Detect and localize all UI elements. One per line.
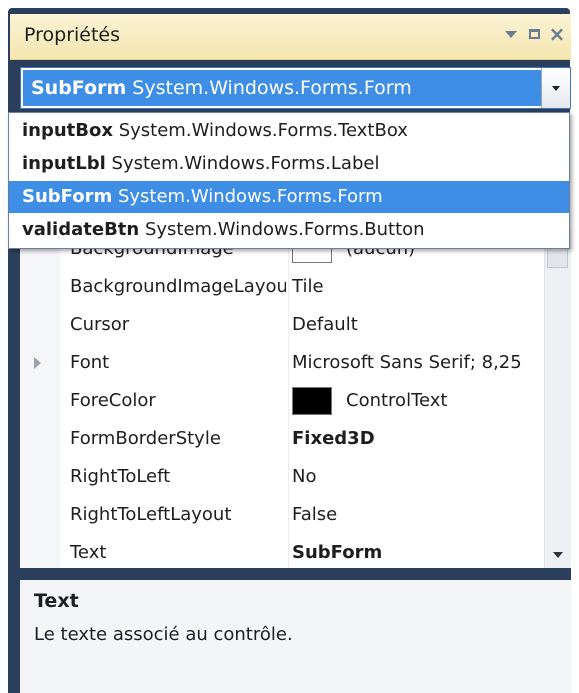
property-value[interactable]: Fixed3D (292, 428, 545, 449)
dropdown-item-name: validateBtn (22, 219, 140, 240)
dropdown-item[interactable]: inputBox System.Windows.Forms.TextBox (9, 115, 569, 147)
expand-arrow-icon[interactable] (34, 357, 41, 369)
dropdown-item-type: System.Windows.Forms.Form (117, 186, 383, 207)
selected-object-type: System.Windows.Forms.Form (132, 77, 412, 99)
property-value-text: ControlText (346, 390, 448, 411)
dropdown-item[interactable]: inputLbl System.Windows.Forms.Label (9, 148, 569, 180)
combobox-dropdown-button[interactable] (541, 68, 570, 108)
dropdown-item[interactable]: validateBtn System.Windows.Forms.Button (9, 214, 569, 246)
property-value[interactable]: Microsoft Sans Serif; 8,25 (292, 352, 545, 373)
property-row[interactable]: Font Microsoft Sans Serif; 8,25 (20, 344, 545, 382)
property-name: BackgroundImageLayout (70, 276, 286, 297)
property-value[interactable]: Default (292, 314, 545, 335)
property-name: FormBorderStyle (70, 428, 221, 449)
property-row[interactable]: RightToLeftLayout False (20, 496, 545, 534)
property-row[interactable]: RightToLeft No (20, 458, 545, 496)
description-title: Text (34, 590, 79, 612)
property-name: Cursor (70, 314, 130, 335)
properties-titlebar[interactable]: Propriétés × (10, 14, 571, 60)
color-swatch (292, 387, 332, 415)
property-row[interactable]: FormBorderStyle Fixed3D (20, 420, 545, 458)
dropdown-item-type: System.Windows.Forms.Button (144, 219, 425, 240)
dropdown-triangle-icon[interactable] (503, 26, 519, 42)
titlebar-buttons: × (503, 24, 566, 44)
property-grid: BackgroundImage (aucun) BackgroundImageL… (20, 230, 571, 568)
close-icon[interactable]: × (549, 24, 566, 44)
description-splitter[interactable] (20, 568, 571, 580)
dropdown-item-name: inputBox (22, 120, 113, 141)
dropdown-item-selected[interactable]: SubForm System.Windows.Forms.Form (9, 181, 569, 213)
property-name: Font (70, 352, 110, 373)
description-text: Le texte associé au contrôle. (34, 624, 293, 645)
object-selector-combobox[interactable]: SubForm System.Windows.Forms.Form (20, 67, 571, 109)
selected-object: SubForm System.Windows.Forms.Form (23, 70, 541, 106)
property-name: RightToLeft (70, 466, 171, 487)
maximize-icon[interactable] (526, 26, 542, 42)
scroll-down-icon[interactable] (553, 552, 563, 558)
property-value[interactable]: No (292, 466, 545, 487)
dropdown-item-type: System.Windows.Forms.TextBox (118, 120, 408, 141)
property-row[interactable]: Cursor Default (20, 306, 545, 344)
object-selector-dropdown: inputBox System.Windows.Forms.TextBox in… (8, 112, 570, 249)
panel-title: Propriétés (24, 24, 121, 46)
property-grid-scrollbar[interactable] (544, 230, 571, 568)
dropdown-item-name: SubForm (22, 186, 113, 207)
property-value[interactable]: ControlText (292, 387, 545, 415)
property-name: Text (70, 542, 107, 563)
dropdown-item-type: System.Windows.Forms.Label (111, 153, 380, 174)
dropdown-item-name: inputLbl (22, 153, 106, 174)
property-row[interactable]: ForeColor ControlText (20, 382, 545, 420)
property-name: ForeColor (70, 390, 156, 411)
property-value[interactable]: False (292, 504, 545, 525)
property-row[interactable]: BackgroundImageLayout Tile (20, 268, 545, 306)
selected-object-name: SubForm (31, 77, 127, 99)
chevron-down-icon (552, 85, 560, 91)
property-row[interactable]: Text SubForm (20, 534, 545, 572)
property-value[interactable]: Tile (292, 276, 545, 297)
description-pane: Text Le texte associé au contrôle. (20, 580, 571, 693)
property-name: RightToLeftLayout (70, 504, 232, 525)
property-value[interactable]: SubForm (292, 542, 545, 563)
